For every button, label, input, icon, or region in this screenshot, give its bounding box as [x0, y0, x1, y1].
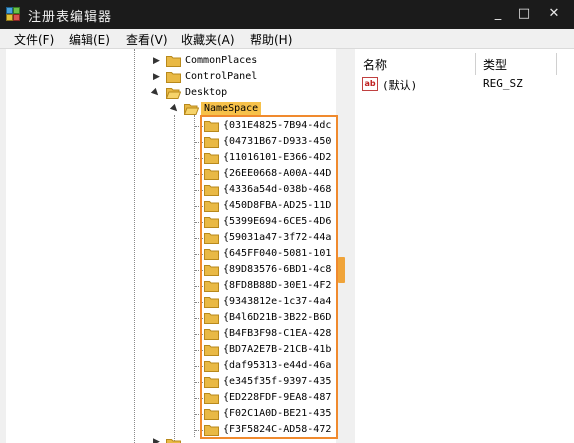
tree-connector: [174, 115, 175, 443]
pane-splitter[interactable]: [347, 49, 355, 443]
tree-node-label: NameSpace: [201, 102, 262, 116]
maximize-button[interactable]: □: [513, 3, 535, 25]
menu-bar: 文件(F) 编辑(E) 查看(V) 收藏夹(A) 帮助(H): [0, 29, 574, 49]
open-folder-icon: [184, 104, 199, 115]
tree-node-desktop[interactable]: Desktop: [166, 85, 336, 101]
column-header-name[interactable]: 名称: [363, 56, 387, 73]
menu-file[interactable]: 文件(F): [14, 31, 54, 48]
folder-icon: [166, 72, 181, 83]
scrollbar-thumb[interactable]: [338, 257, 345, 283]
expand-arrow-icon[interactable]: ▶: [153, 56, 160, 66]
string-value-icon: ab: [362, 77, 378, 91]
value-name[interactable]: (默认): [382, 77, 417, 93]
highlight-box: [200, 115, 338, 439]
column-divider[interactable]: [556, 53, 557, 75]
menu-favorites[interactable]: 收藏夹(A): [181, 31, 235, 48]
tree-node-label: Desktop: [185, 87, 228, 98]
expand-arrow-icon[interactable]: ▶: [153, 437, 160, 443]
tree-connector: [194, 115, 195, 437]
tree-node-label: ControlPanel: [185, 71, 258, 82]
menu-edit[interactable]: 编辑(E): [69, 31, 110, 48]
menu-help[interactable]: 帮助(H): [250, 31, 292, 48]
column-divider[interactable]: [475, 53, 476, 75]
tree-node-label: CommonPlaces: [185, 55, 258, 66]
close-button[interactable]: ✕: [543, 3, 565, 25]
collapse-arrow-icon[interactable]: ▶: [168, 103, 180, 115]
window-title: 注册表编辑器: [28, 10, 113, 25]
regedit-icon: [6, 7, 20, 21]
values-pane[interactable]: 名称 类型 ab (默认) REG_SZ: [355, 49, 574, 443]
folder-icon: [166, 56, 181, 67]
collapse-arrow-icon[interactable]: ▶: [149, 87, 161, 99]
folder-icon: [166, 439, 181, 443]
title-bar: 注册表编辑器 _ □ ✕: [0, 0, 574, 29]
menu-view[interactable]: 查看(V): [126, 31, 168, 48]
open-folder-icon: [166, 88, 181, 99]
value-type: REG_SZ: [483, 77, 523, 90]
expand-arrow-icon[interactable]: ▶: [153, 72, 160, 82]
tree-node-commonplaces[interactable]: CommonPlaces: [166, 53, 336, 69]
column-header-type[interactable]: 类型: [483, 56, 507, 73]
tree-connector: [134, 49, 135, 443]
tree-node-controlpanel[interactable]: ControlPanel: [166, 69, 336, 85]
minimize-button[interactable]: _: [487, 3, 509, 25]
